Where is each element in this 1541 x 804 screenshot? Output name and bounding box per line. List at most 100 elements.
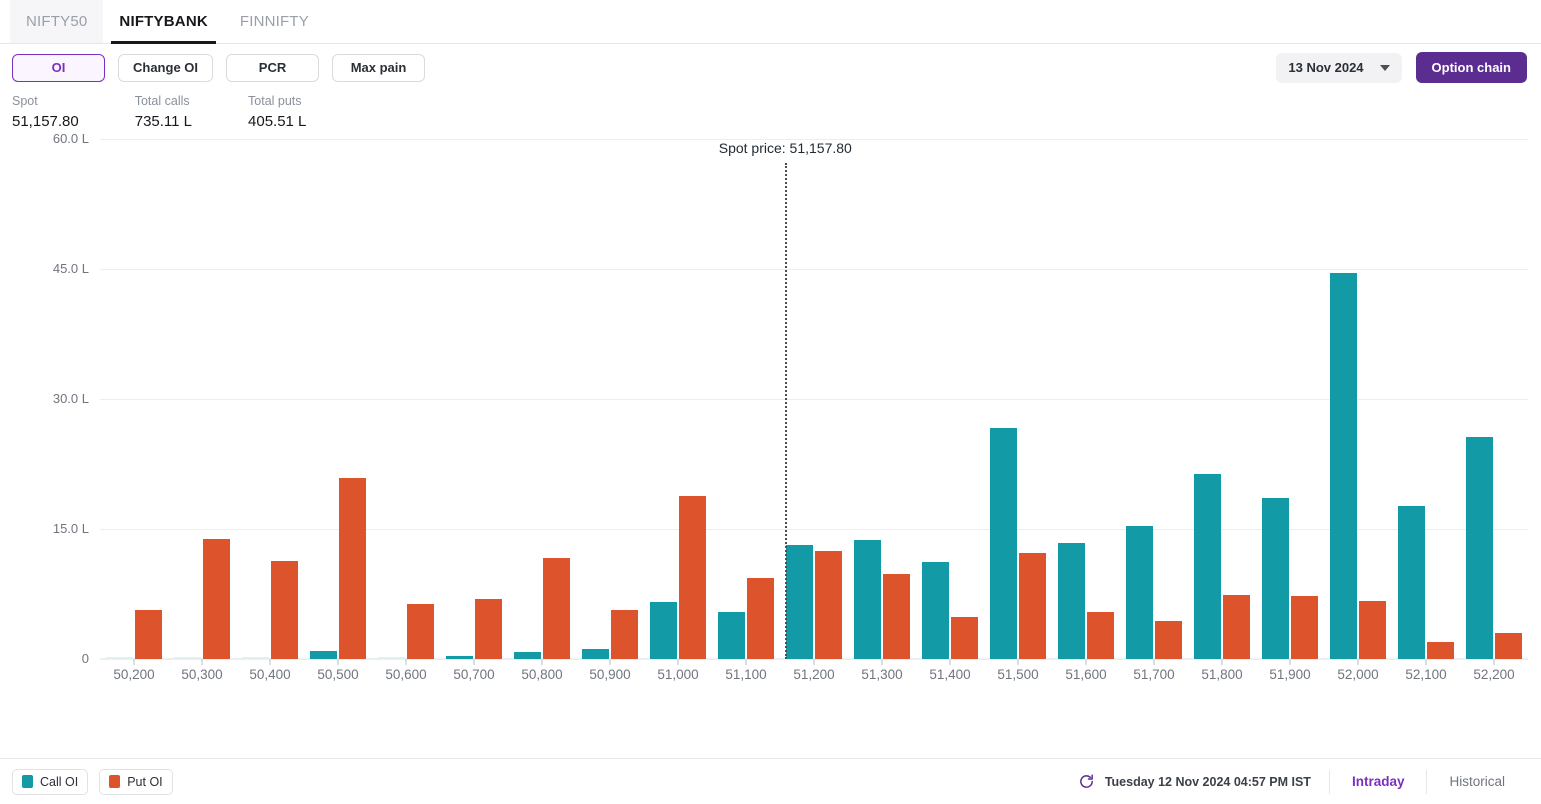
put-oi-bar[interactable] (1359, 600, 1386, 659)
call-oi-bar[interactable] (786, 544, 813, 659)
bar-group[interactable] (1324, 139, 1392, 665)
put-oi-bar[interactable] (815, 550, 842, 659)
bar-group[interactable] (1052, 139, 1120, 665)
bar-group[interactable] (100, 139, 168, 665)
index-tab-nifty50[interactable]: NIFTY50 (10, 0, 104, 43)
metric-button-pcr[interactable]: PCR (226, 53, 320, 82)
range-button-historical[interactable]: Historical (1427, 774, 1527, 789)
call-oi-bar[interactable] (1194, 473, 1221, 659)
call-oi-bar[interactable] (1330, 273, 1357, 659)
metric-button-max-pain[interactable]: Max pain (332, 53, 426, 82)
bar-group[interactable] (780, 139, 848, 665)
expiry-date-select[interactable]: 13 Nov 2024 (1276, 52, 1402, 83)
bar-group[interactable] (848, 139, 916, 665)
x-axis-label: 51,400 (929, 667, 971, 682)
index-tab-finnifty[interactable]: FINNIFTY (224, 0, 325, 43)
x-axis-tickmark (745, 659, 747, 665)
put-oi-bar[interactable] (1087, 612, 1114, 659)
metric-button-group: OI Change OI PCR Max pain (12, 53, 438, 82)
refresh-icon[interactable] (1078, 773, 1095, 790)
legend-swatch (22, 775, 33, 788)
index-tab-niftybank[interactable]: NIFTYBANK (103, 0, 223, 44)
stat-label: Total puts (248, 94, 302, 108)
metric-button-change-oi[interactable]: Change OI (118, 53, 214, 82)
bar-group[interactable] (916, 139, 984, 665)
x-axis-label: 50,800 (521, 667, 563, 682)
put-oi-bar[interactable] (1223, 594, 1250, 659)
stat-value: 51,157.80 (12, 113, 79, 130)
stat-total-puts: Total puts 405.51 L (248, 93, 306, 139)
option-chain-button[interactable]: Option chain (1415, 52, 1527, 83)
call-oi-bar[interactable] (1126, 526, 1153, 659)
x-axis-label: 51,800 (1201, 667, 1243, 682)
x-axis-tickmark (677, 659, 679, 665)
x-axis-tickmark (1289, 659, 1291, 665)
put-oi-bar[interactable] (1155, 620, 1182, 659)
put-oi-bar[interactable] (271, 561, 298, 659)
put-oi-bar[interactable] (1291, 595, 1318, 659)
x-axis-label: 50,700 (453, 667, 495, 682)
put-oi-bar[interactable] (1019, 553, 1046, 659)
call-oi-bar[interactable] (242, 656, 269, 659)
put-oi-bar[interactable] (203, 538, 230, 659)
bar-group[interactable] (1460, 139, 1528, 665)
call-oi-bar[interactable] (1262, 497, 1289, 659)
y-axis-tick-label: 30.0 L (52, 391, 89, 406)
call-oi-bar[interactable] (854, 540, 881, 659)
bar-group[interactable] (236, 139, 304, 665)
bar-group[interactable] (576, 139, 644, 665)
call-oi-bar[interactable] (582, 648, 609, 659)
bar-group[interactable] (1392, 139, 1460, 665)
bar-group[interactable] (1188, 139, 1256, 665)
bar-group[interactable] (508, 139, 576, 665)
call-oi-bar[interactable] (1058, 542, 1085, 659)
legend-chip-put-oi[interactable]: Put OI (99, 768, 173, 795)
call-oi-bar[interactable] (378, 656, 405, 659)
metric-button-oi[interactable]: OI (12, 53, 105, 82)
x-axis-label: 50,600 (385, 667, 427, 682)
stat-label: Total calls (134, 94, 190, 108)
bar-group[interactable] (712, 139, 780, 665)
put-oi-bar[interactable] (883, 574, 910, 659)
x-axis-tickmark (1493, 659, 1495, 665)
put-oi-bar[interactable] (1427, 641, 1454, 659)
put-oi-bar[interactable] (407, 603, 434, 659)
call-oi-bar[interactable] (310, 651, 337, 659)
call-oi-bar[interactable] (174, 656, 201, 659)
put-oi-bar[interactable] (135, 610, 162, 659)
bar-group[interactable] (984, 139, 1052, 665)
call-oi-bar[interactable] (990, 428, 1017, 659)
bar-group[interactable] (644, 139, 712, 665)
bar-group[interactable] (304, 139, 372, 665)
call-oi-bar[interactable] (1466, 437, 1493, 659)
put-oi-bar[interactable] (339, 477, 366, 659)
put-oi-bar[interactable] (951, 617, 978, 659)
put-oi-bar[interactable] (611, 610, 638, 659)
put-oi-bar[interactable] (679, 496, 706, 659)
put-oi-bar[interactable] (1495, 633, 1522, 659)
chart-bars (100, 139, 1528, 665)
bar-group[interactable] (1120, 139, 1188, 665)
x-axis-tickmark (1153, 659, 1155, 665)
x-axis-label: 50,400 (249, 667, 291, 682)
call-oi-bar[interactable] (106, 656, 133, 659)
bar-group[interactable] (372, 139, 440, 665)
call-oi-bar[interactable] (1398, 506, 1425, 659)
call-oi-bar[interactable] (514, 652, 541, 659)
bar-group[interactable] (1256, 139, 1324, 665)
put-oi-bar[interactable] (543, 558, 570, 659)
bar-group[interactable] (168, 139, 236, 665)
put-oi-bar[interactable] (747, 578, 774, 659)
legend-chip-call-oi[interactable]: Call OI (12, 768, 89, 795)
range-button-intraday[interactable]: Intraday (1330, 774, 1427, 789)
x-axis-tickmark (1425, 659, 1427, 665)
call-oi-bar[interactable] (446, 656, 473, 659)
call-oi-bar[interactable] (718, 612, 745, 659)
put-oi-bar[interactable] (475, 599, 502, 659)
x-axis-label: 51,600 (1065, 667, 1107, 682)
stat-value: 735.11 L (134, 113, 193, 130)
bar-group[interactable] (440, 139, 508, 665)
x-axis-tickmark (1357, 659, 1359, 665)
call-oi-bar[interactable] (922, 561, 949, 659)
call-oi-bar[interactable] (650, 601, 677, 659)
